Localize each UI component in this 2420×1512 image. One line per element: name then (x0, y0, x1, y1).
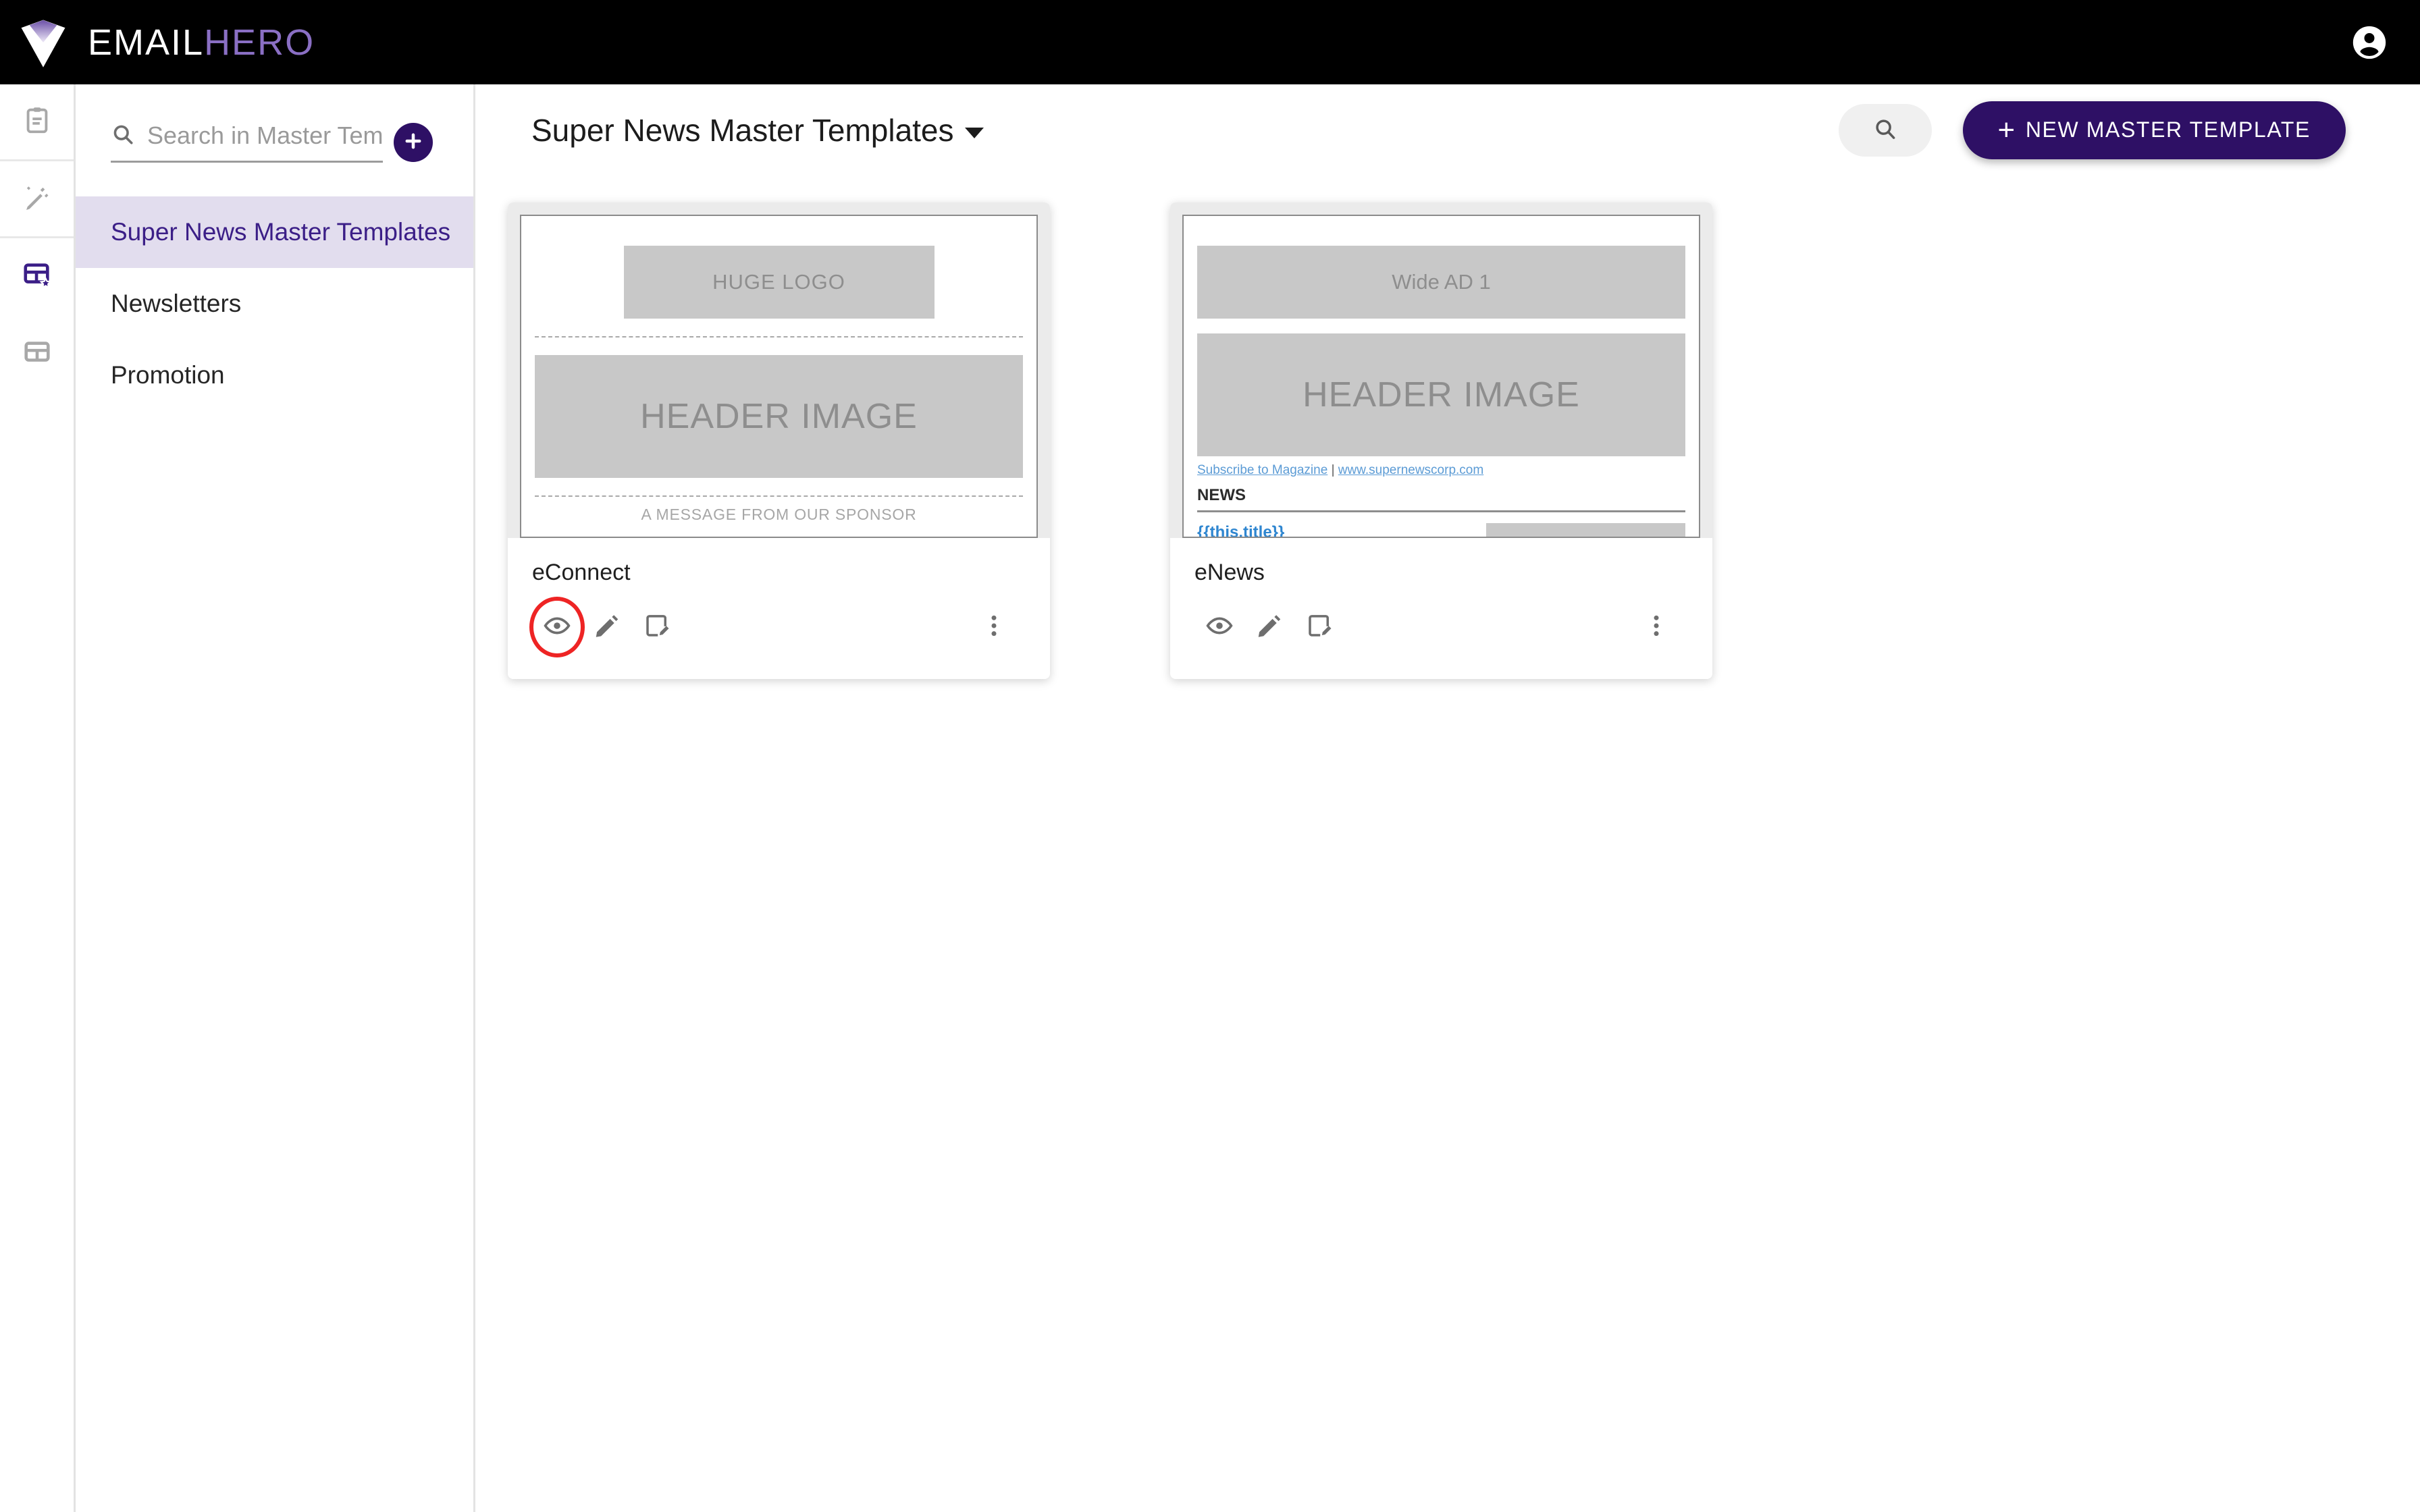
rename-button[interactable] (1294, 602, 1344, 652)
template-card-grid: HUGE LOGO HEADER IMAGE A MESSAGE FROM OU… (477, 176, 2420, 679)
pencil-icon (1255, 612, 1284, 643)
thumbnail-header-image: HEADER IMAGE (1197, 333, 1685, 456)
plus-icon (402, 130, 425, 155)
more-menu-button[interactable] (1631, 602, 1681, 652)
main-content: Super News Master Templates + NEW MASTER… (477, 84, 2420, 1512)
magic-wand-pencil-icon (22, 182, 53, 216)
more-menu-button[interactable] (969, 602, 1019, 652)
link-separator: | (1331, 463, 1335, 477)
diamond-shield-logo-icon (12, 11, 74, 74)
rename-note-icon (643, 612, 671, 643)
main-header: Super News Master Templates + NEW MASTER… (477, 84, 2420, 176)
edit-button[interactable] (582, 602, 632, 652)
card-footer: eConnect (508, 538, 1050, 679)
sidebar-item-design[interactable] (0, 161, 74, 238)
thumbnail-page: Wide AD 1 HEADER IMAGE Subscribe to Maga… (1182, 215, 1700, 538)
sidebar-item-promotion[interactable]: Promotion (76, 340, 473, 411)
card-actions (1194, 602, 1681, 652)
brand-name-email: EMAIL (88, 22, 205, 63)
brand-logo[interactable]: EMAILHERO (12, 11, 315, 74)
search-field[interactable] (111, 122, 383, 163)
search-toggle-button[interactable] (1838, 103, 1932, 157)
search-input[interactable] (147, 122, 383, 150)
brand-name: EMAILHERO (88, 22, 315, 63)
top-bar: EMAILHERO (0, 0, 2420, 84)
more-vertical-icon (1643, 612, 1670, 643)
sidebar-item-label: Newsletters (111, 290, 242, 317)
rename-button[interactable] (632, 602, 682, 652)
template-card[interactable]: Wide AD 1 HEADER IMAGE Subscribe to Maga… (1170, 202, 1712, 679)
thumbnail-links: Subscribe to Magazine | www.supernewscor… (1197, 463, 1685, 478)
template-list-panel: Super News Master Templates Newsletters … (76, 84, 475, 1512)
thumbnail-divider (535, 336, 1023, 338)
grid-icon (22, 337, 53, 371)
thumbnail-ad-block: Wide AD 1 (1197, 246, 1685, 319)
template-group-list: Super News Master Templates Newsletters … (76, 196, 473, 411)
template-thumbnail[interactable]: HUGE LOGO HEADER IMAGE A MESSAGE FROM OU… (508, 202, 1050, 538)
sidebar-item-label: Promotion (111, 361, 225, 389)
rename-note-icon (1305, 612, 1334, 643)
account-circle-icon[interactable] (2348, 22, 2390, 63)
card-title: eNews (1194, 560, 1265, 585)
thumbnail-article-text: {{this.title}} {{this.description}} Read… (1197, 523, 1481, 538)
sidebar-item-newsletters[interactable]: Newsletters (76, 268, 473, 340)
add-template-button[interactable] (394, 122, 433, 162)
preview-button[interactable] (532, 602, 582, 652)
thumbnail-logo-block: HUGE LOGO (623, 246, 935, 319)
eye-icon (542, 611, 572, 644)
website-link[interactable]: www.supernewscorp.com (1338, 463, 1483, 477)
brand-name-hero: HERO (204, 22, 315, 63)
sidebar-item-campaigns[interactable] (0, 84, 74, 161)
grid-star-icon (22, 260, 53, 294)
plus-icon: + (1997, 113, 2016, 146)
sidebar-item-label: Super News Master Templates (111, 218, 451, 246)
preview-button[interactable] (1194, 602, 1244, 652)
search-row (111, 122, 433, 163)
page-title: Super News Master Templates (531, 112, 954, 148)
search-icon (1872, 116, 1898, 144)
thumbnail-sponsor-text: A MESSAGE FROM OUR SPONSOR (641, 506, 917, 523)
card-title: eConnect (532, 560, 631, 585)
thumbnail-header-image: HEADER IMAGE (535, 355, 1023, 478)
search-icon (111, 122, 135, 150)
sidebar-item-master-templates[interactable] (0, 238, 74, 315)
more-vertical-icon (980, 612, 1007, 643)
clipboard-icon (22, 105, 53, 139)
thumbnail-article-image (1486, 523, 1685, 537)
thumbnail-page: HUGE LOGO HEADER IMAGE A MESSAGE FROM OU… (520, 215, 1038, 538)
subscribe-link[interactable]: Subscribe to Magazine (1197, 463, 1327, 477)
new-master-template-label: NEW MASTER TEMPLATE (2025, 117, 2311, 142)
new-master-template-button[interactable]: + NEW MASTER TEMPLATE (1962, 101, 2346, 159)
thumbnail-section-heading: NEWS (1197, 486, 1685, 512)
card-actions (532, 602, 1019, 652)
chevron-down-icon[interactable] (964, 127, 984, 138)
thumbnail-article-row: {{this.title}} {{this.description}} Read… (1197, 523, 1685, 538)
thumbnail-article-title: {{this.title}} (1197, 523, 1285, 538)
eye-icon (1205, 611, 1234, 644)
sidebar-item-super-news-master-templates[interactable]: Super News Master Templates (76, 196, 473, 268)
template-thumbnail[interactable]: Wide AD 1 HEADER IMAGE Subscribe to Maga… (1170, 202, 1712, 538)
sidebar-item-templates[interactable] (0, 315, 74, 392)
icon-rail (0, 84, 76, 1512)
pencil-icon (593, 612, 621, 643)
template-card[interactable]: HUGE LOGO HEADER IMAGE A MESSAGE FROM OU… (508, 202, 1050, 679)
card-footer: eNews (1170, 538, 1712, 679)
edit-button[interactable] (1244, 602, 1294, 652)
